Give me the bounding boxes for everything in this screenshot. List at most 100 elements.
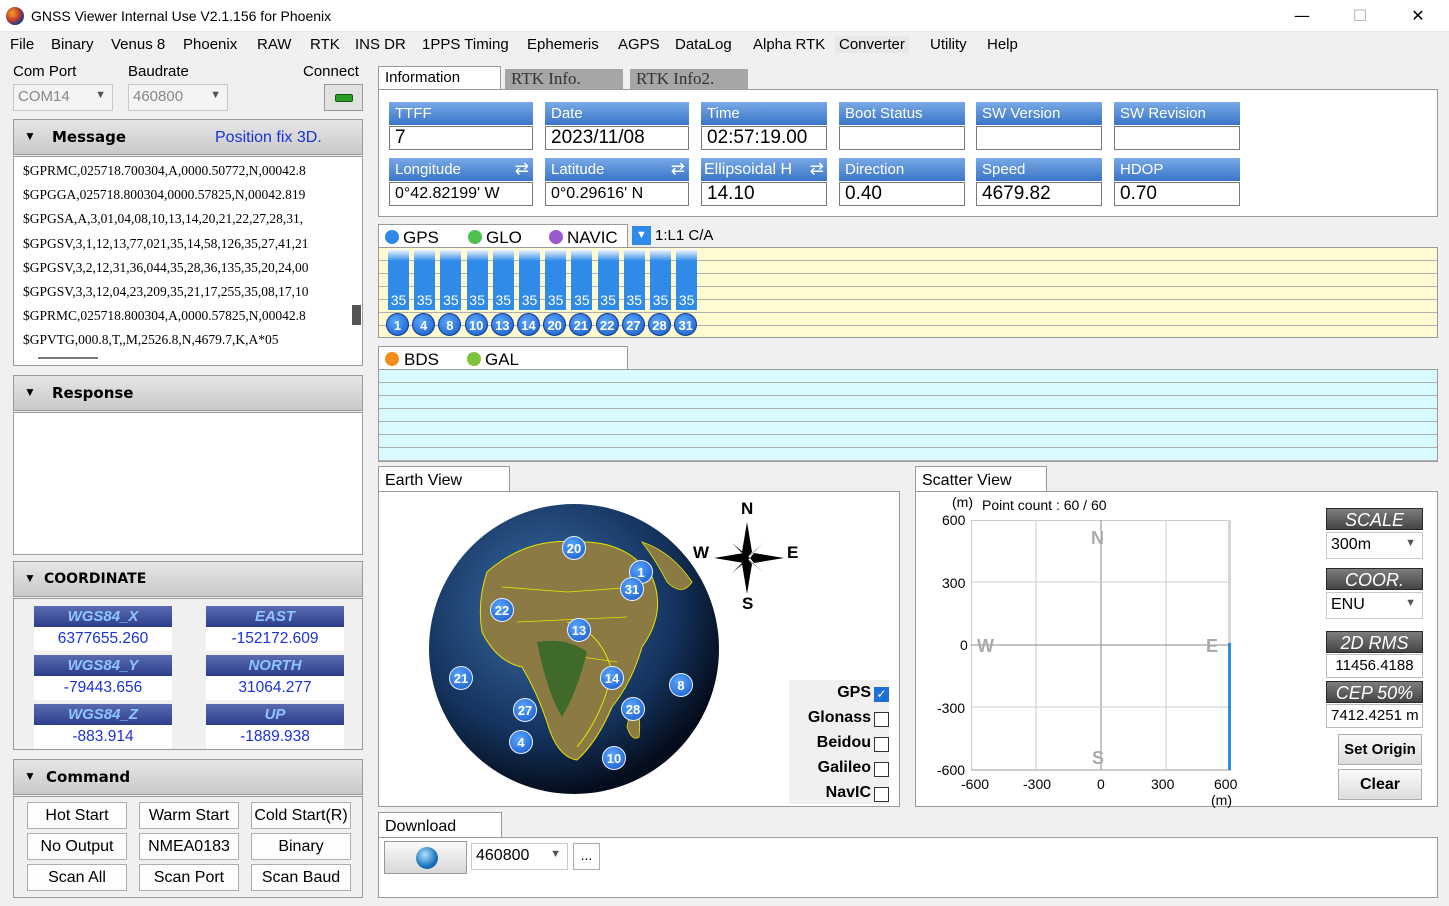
clear-button[interactable]: Clear [1338,769,1422,800]
minimize-button[interactable]: — [1273,0,1331,32]
nmea0183-button[interactable]: NMEA0183 [139,833,239,860]
latitude-label: Latitude ⇄ [545,158,689,181]
gps-legend-tab: GPS GLO NAVIC [378,224,628,248]
vertical-scrollbar[interactable] [352,305,361,325]
menu-file[interactable]: File [10,36,34,53]
swap-icon[interactable]: ⇄ [515,157,529,181]
y-tick: 300 [942,575,966,591]
chevron-down-icon: ▼ [95,89,106,101]
north-label: NORTH [206,655,344,676]
constellation-label-galileo: Galileo [817,759,871,776]
menu-raw[interactable]: RAW [257,36,291,53]
globe-satellite-icon: 28 [621,697,645,721]
earth-view-tab[interactable]: Earth View [378,466,510,493]
boot-status-label: Boot Status [839,102,965,125]
baudrate-value: 460800 [133,88,184,105]
close-button[interactable]: ✕ [1389,0,1447,32]
chevron-down-icon: ▼ [1405,597,1416,609]
maximize-button[interactable]: ☐ [1331,0,1389,32]
message-line: $GPGSV,3,1,12,13,77,021,35,14,58,126,35,… [23,235,309,251]
scatter-view-tab[interactable]: Scatter View [915,466,1047,493]
scan-all-button[interactable]: Scan All [27,864,127,891]
east-label: EAST [206,606,344,627]
constellation-label-glonass: Glonass [807,709,871,726]
scan-baud-button[interactable]: Scan Baud [251,864,351,891]
snr-bar: 35 [440,249,462,310]
menu-1pps-timing[interactable]: 1PPS Timing [422,36,509,53]
message-line: $GPRMC,025718.800304,A,0000.57825,N,0004… [23,308,306,324]
warm-start-button[interactable]: Warm Start [139,802,239,829]
plug-icon [335,94,353,102]
cold-start-button[interactable]: Cold Start(R) [251,802,351,829]
snr-bar: 35 [676,249,698,310]
checkbox-galileo[interactable] [874,762,889,777]
chevron-down-icon: ▼ [550,848,561,860]
x-tick: 0 [1097,776,1105,792]
response-box[interactable] [13,412,363,555]
checkbox-navic[interactable] [874,787,889,802]
point-count: Point count : 60 / 60 [982,497,1107,513]
compass-n: N [741,499,754,518]
x-tick: 300 [1151,776,1175,792]
tab-information[interactable]: Information [378,66,501,90]
menu-converter[interactable]: Converter [835,36,909,53]
snr-bar: 35 [519,249,540,310]
ttff-value: 7 [389,126,533,150]
swap-icon[interactable]: ⇄ [810,157,824,181]
snr-bar: 35 [388,249,409,310]
connect-button[interactable] [324,84,363,111]
hot-start-button[interactable]: Hot Start [27,802,127,829]
bds-dot-icon [385,352,399,366]
coordinate-body: WGS84_X 6377655.260 WGS84_Y -79443.656 W… [13,598,363,750]
menu-alpha-rtk[interactable]: Alpha RTK [753,36,825,53]
checkbox-glonass[interactable] [874,712,889,727]
scatter-w: W [977,636,994,656]
window-title: GNSS Viewer Internal Use V2.1.156 for Ph… [31,8,332,24]
constellation-label-beidou: Beidou [816,734,871,751]
binary-button[interactable]: Binary [251,833,351,860]
y-tick: -300 [937,700,966,716]
download-tab[interactable]: Download [378,812,502,839]
scale-select[interactable]: 300m ▼ [1326,532,1423,559]
scan-port-button[interactable]: Scan Port [139,864,239,891]
checkbox-gps[interactable]: ✓ [874,687,889,702]
menu-ephemeris[interactable]: Ephemeris [527,36,599,53]
com-port-select[interactable]: COM14 ▼ [13,84,113,111]
menu-datalog[interactable]: DataLog [675,36,732,53]
longitude-label: Longitude ⇄ [389,158,533,181]
app-icon [6,7,24,25]
collapse-icon: ▼ [24,571,36,585]
constellation-label-gps: GPS [837,684,871,701]
menu-ins-dr[interactable]: INS DR [355,36,406,53]
connect-label: Connect [303,63,359,80]
message-panel-header[interactable]: ▼ Message Position fix 3D. [13,119,363,155]
globe-satellite-icon: 20 [562,536,586,560]
scatter-e: E [1206,636,1219,656]
message-list[interactable]: $GPRMC,025718.700304,A,0000.50772,N,0004… [13,156,363,366]
north-value: 31064.277 [206,676,344,700]
set-origin-button[interactable]: Set Origin [1338,734,1422,765]
horizontal-scrollbar[interactable] [38,357,98,359]
x-tick: -300 [1023,776,1052,792]
menu-binary[interactable]: Binary [51,36,94,53]
menu-utility[interactable]: Utility [930,36,967,53]
coor-select[interactable]: ENU ▼ [1326,592,1423,619]
scatter-plot [971,520,1231,771]
satellite-prn-badge: 8 [438,313,462,336]
browse-button[interactable]: ... [573,843,600,870]
menu-rtk[interactable]: RTK [310,36,340,53]
baudrate-select[interactable]: 460800 ▼ [128,84,228,111]
response-panel-header[interactable]: ▼ Response [13,375,363,411]
menu-help[interactable]: Help [987,36,1018,53]
command-panel-header[interactable]: ▼ Command [13,759,363,795]
download-baud-select[interactable]: 460800 ▼ [471,843,568,870]
menu-agps[interactable]: AGPS [618,36,660,53]
checkbox-beidou[interactable] [874,737,889,752]
signal-dropdown-button[interactable]: ▼ [632,226,651,245]
menu-phoenix[interactable]: Phoenix [183,36,237,53]
swap-icon[interactable]: ⇄ [671,157,685,181]
coordinate-panel-header[interactable]: ▼ COORDINATE [13,561,363,597]
no-output-button[interactable]: No Output [27,833,127,860]
menu-venus8[interactable]: Venus 8 [111,36,165,53]
download-button[interactable] [384,841,467,874]
